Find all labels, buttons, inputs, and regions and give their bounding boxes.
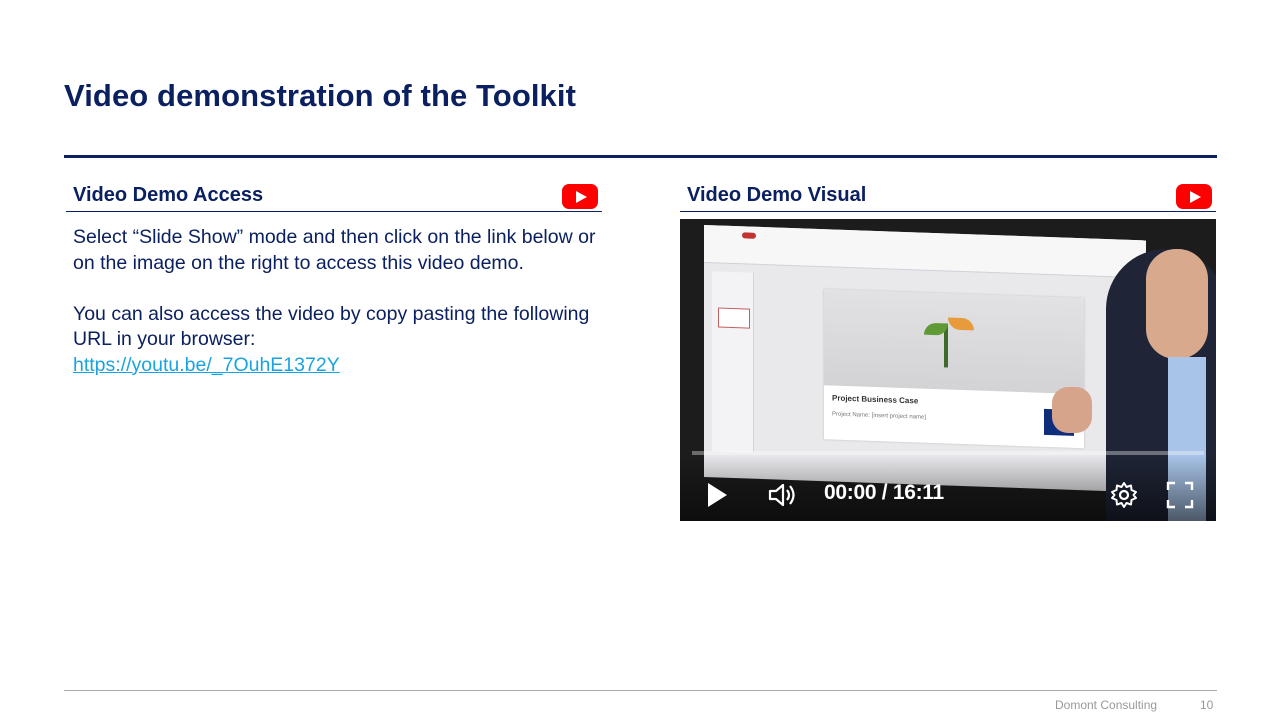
video-slide-subtitle: Project Name: [insert project name] xyxy=(832,411,927,421)
video-demo-visual-header: Video Demo Visual xyxy=(680,180,1216,212)
url-instructions: You can also access the video by copy pa… xyxy=(73,302,590,351)
youtube-icon[interactable] xyxy=(1176,184,1212,209)
footer-company: Domont Consulting xyxy=(1055,698,1158,712)
video-slide-title: Project Business Case xyxy=(832,393,919,406)
video-demo-access-heading: Video Demo Access xyxy=(73,184,264,206)
video-time: 00:00 / 16:11 xyxy=(824,481,944,504)
page-number: 10 xyxy=(1200,698,1214,712)
volume-icon[interactable] xyxy=(768,482,798,508)
slide-thumbnails xyxy=(712,271,754,453)
fullscreen-icon[interactable] xyxy=(1166,481,1194,509)
video-player[interactable]: Project Business Case Project Name: [ins… xyxy=(680,219,1216,521)
footer-divider xyxy=(64,690,1217,691)
app-ribbon xyxy=(704,225,1146,279)
title-divider xyxy=(64,155,1217,158)
video-demo-visual-heading: Video Demo Visual xyxy=(687,184,867,206)
instructions-text: Select “Slide Show” mode and then click … xyxy=(73,225,603,378)
video-link[interactable]: https://youtu.be/_7OuhE1372Y xyxy=(73,354,340,376)
presenter-hand xyxy=(1052,387,1092,433)
play-icon[interactable] xyxy=(708,483,727,507)
video-frame-slide: Project Business Case Project Name: [ins… xyxy=(824,289,1084,449)
youtube-icon[interactable] xyxy=(562,184,598,209)
plant-image xyxy=(824,289,1084,395)
gear-icon[interactable] xyxy=(1110,481,1138,509)
video-demo-access-header: Video Demo Access xyxy=(66,180,602,212)
instructions-paragraph: Select “Slide Show” mode and then click … xyxy=(73,226,596,274)
video-progress-bar[interactable] xyxy=(692,451,1204,455)
page-title: Video demonstration of the Toolkit xyxy=(64,78,577,113)
